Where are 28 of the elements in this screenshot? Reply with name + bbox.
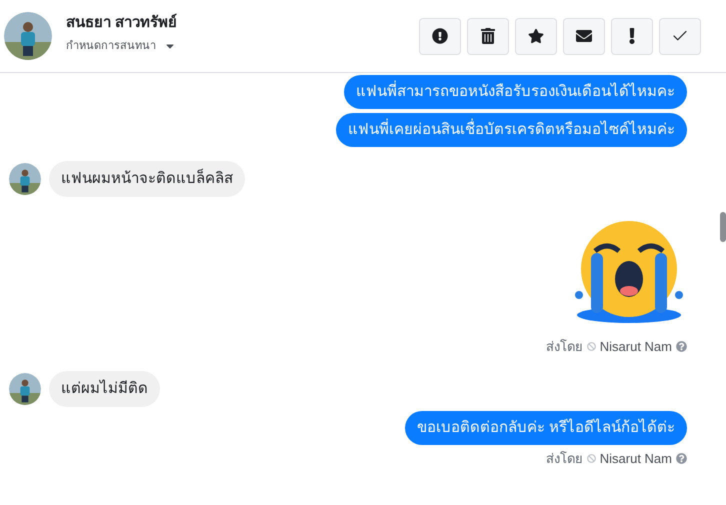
scrollbar-thumb[interactable]	[720, 212, 726, 242]
help-icon	[676, 341, 687, 352]
message-bubble: ขอเบอติดต่อกลับค่ะ หรีไอดีไลน์ก้อได้ต่ะ	[404, 410, 687, 444]
sent-by-label: ส่งโดย	[546, 338, 583, 356]
avatar	[9, 163, 41, 195]
sender-name: Nisarut Nam	[600, 338, 672, 356]
blocked-icon	[586, 342, 596, 352]
avatar	[4, 12, 52, 60]
sender-name: Nisarut Nam	[600, 450, 672, 468]
message-bubble: แฟนพี่เคยผ่อนสินเชื่อบัตรเครดิตหรือมอไซค์ไหมค่ะ	[336, 113, 687, 147]
blocked-icon	[586, 454, 596, 463]
conversation-settings-dropdown[interactable]: กำหนดการสนทนา	[66, 38, 178, 54]
contact-name: สนธยา สาวทรัพย์	[66, 12, 178, 32]
toolbar-button[interactable]	[419, 18, 461, 54]
message-bubble: แฟนพี่สามารถขอหนังสือรับรองเงินเดือนได้ไหมคะ	[344, 75, 687, 109]
star-icon	[528, 28, 544, 44]
avatar	[9, 372, 41, 404]
message-bubble: แต่ผมไม่มีติด	[49, 370, 160, 406]
sent-by-label: ส่งโดย	[546, 450, 583, 468]
toolbar-button[interactable]	[515, 18, 557, 54]
toolbar-button[interactable]	[467, 18, 509, 54]
toolbar-button[interactable]	[611, 18, 653, 54]
envelope-icon	[576, 28, 592, 44]
help-icon	[676, 452, 687, 464]
toolbar-button[interactable]	[563, 18, 605, 54]
trash-icon	[480, 28, 496, 44]
message-bubble: แฟนผมหน้าจะติดแบล็คลิส	[49, 161, 245, 197]
alert-icon	[432, 28, 448, 44]
